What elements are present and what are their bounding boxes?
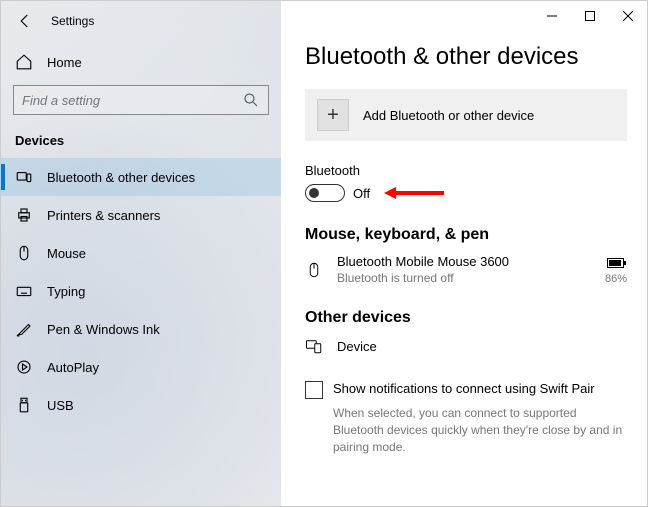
other-section-title: Other devices xyxy=(305,309,627,327)
page-title: Bluetooth & other devices xyxy=(305,43,627,71)
device-name: Device xyxy=(337,339,627,354)
usb-icon xyxy=(15,396,33,414)
main-content: Bluetooth & other devices + Add Bluetoot… xyxy=(281,1,647,506)
maximize-button[interactable] xyxy=(571,1,609,31)
device-icon xyxy=(305,337,323,355)
nav-printers[interactable]: Printers & scanners xyxy=(1,196,281,234)
battery-percent: 86% xyxy=(605,273,627,285)
nav-home[interactable]: Home xyxy=(1,45,281,79)
search-input[interactable] xyxy=(22,93,242,108)
add-device-button[interactable]: + Add Bluetooth or other device xyxy=(305,89,627,141)
printer-icon xyxy=(15,206,33,224)
minimize-button[interactable] xyxy=(533,1,571,31)
device-status: Bluetooth is turned off xyxy=(337,271,605,285)
device-row-mouse[interactable]: Bluetooth Mobile Mouse 3600 Bluetooth is… xyxy=(305,254,627,285)
section-header: Devices xyxy=(1,125,281,158)
nav-pen[interactable]: Pen & Windows Ink xyxy=(1,310,281,348)
back-arrow-icon xyxy=(16,12,34,30)
battery-icon xyxy=(607,258,627,268)
bluetooth-toggle[interactable] xyxy=(305,184,345,202)
nav-autoplay[interactable]: AutoPlay xyxy=(1,348,281,386)
close-icon xyxy=(623,11,633,21)
swift-pair-hint: When selected, you can connect to suppor… xyxy=(333,405,627,455)
bluetooth-label: Bluetooth xyxy=(305,163,627,178)
pointer-arrow-icon xyxy=(384,184,444,202)
nav-mouse[interactable]: Mouse xyxy=(1,234,281,272)
swift-pair-checkbox[interactable] xyxy=(305,381,323,399)
swift-pair-label: Show notifications to connect using Swif… xyxy=(333,381,595,396)
mouse-device-icon xyxy=(305,261,323,279)
autoplay-icon xyxy=(15,358,33,376)
nav-bluetooth[interactable]: Bluetooth & other devices xyxy=(1,158,281,196)
plus-icon: + xyxy=(317,99,349,131)
app-title: Settings xyxy=(51,14,94,28)
nav-usb[interactable]: USB xyxy=(1,386,281,424)
minimize-icon xyxy=(547,11,557,21)
home-label: Home xyxy=(47,55,82,70)
mouse-icon xyxy=(15,244,33,262)
sidebar: Settings Home Devices Bluetooth & other … xyxy=(1,1,281,506)
mouse-section-title: Mouse, keyboard, & pen xyxy=(305,226,627,244)
bluetooth-state: Off xyxy=(353,186,370,201)
search-icon xyxy=(242,91,260,109)
nav-typing[interactable]: Typing xyxy=(1,272,281,310)
close-button[interactable] xyxy=(609,1,647,31)
devices-icon xyxy=(15,168,33,186)
device-row-other[interactable]: Device xyxy=(305,337,627,355)
pen-icon xyxy=(15,320,33,338)
home-icon xyxy=(15,53,33,71)
maximize-icon xyxy=(585,11,595,21)
back-button[interactable] xyxy=(13,9,37,33)
keyboard-icon xyxy=(15,282,33,300)
device-name: Bluetooth Mobile Mouse 3600 xyxy=(337,254,605,269)
search-box[interactable] xyxy=(13,85,269,115)
